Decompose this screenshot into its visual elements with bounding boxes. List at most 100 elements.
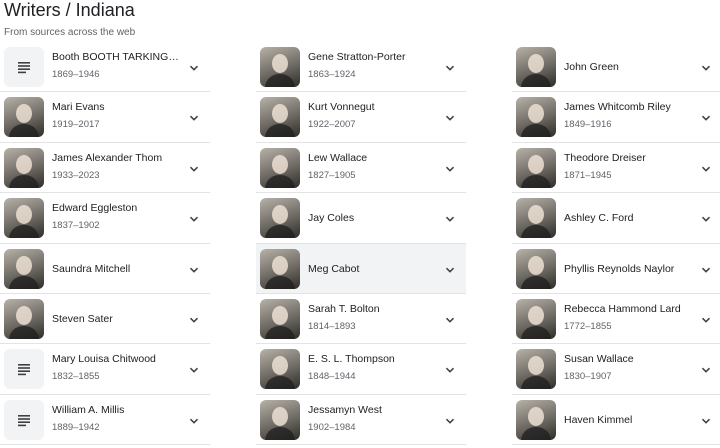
writer-photo xyxy=(260,399,300,440)
writer-item-meg-cabot[interactable]: Meg Cabot xyxy=(256,243,466,294)
chevron-down-icon[interactable] xyxy=(700,363,712,375)
writer-photo xyxy=(516,47,556,87)
writer-photo xyxy=(260,349,300,390)
writer-item-sarah-t-bolton[interactable]: Sarah T. Bolton 1814–1893 xyxy=(256,294,466,345)
page-subtitle: From sources across the web xyxy=(4,27,136,38)
chevron-down-icon[interactable] xyxy=(188,162,200,174)
writer-photo xyxy=(4,198,44,239)
chevron-down-icon[interactable] xyxy=(700,212,712,224)
writer-item-phyllis-reynolds-naylor[interactable]: Phyllis Reynolds Naylor xyxy=(512,244,720,294)
writers-grid: Booth BOOTH TARKINGTON 1869–1946 Mari Evan… xyxy=(0,42,720,448)
chevron-down-icon[interactable] xyxy=(188,313,200,325)
chevron-down-icon[interactable] xyxy=(188,263,200,275)
writer-item-saundra-mitchell[interactable]: Saundra Mitchell xyxy=(0,244,210,294)
writer-item-e-s-l-thompson[interactable]: E. S. L. Thompson 1848–1944 xyxy=(256,344,466,395)
writer-item-mari-evans[interactable]: Mari Evans 1919–2017 xyxy=(0,92,210,143)
chevron-down-icon[interactable] xyxy=(188,414,200,426)
writer-name: John Green xyxy=(564,61,619,73)
list-icon xyxy=(4,47,44,87)
page-title: Writers / Indiana xyxy=(4,0,135,20)
writer-name: Steven Sater xyxy=(52,312,113,325)
chevron-down-icon[interactable] xyxy=(444,363,456,375)
writer-item-theodore-dreiser[interactable]: Theodore Dreiser 1871–1945 xyxy=(512,143,720,194)
writer-item-gene-stratton-porter[interactable]: Gene Stratton-Porter 1863–1924 xyxy=(256,42,466,93)
writer-item-haven-kimmel[interactable]: Haven Kimmel xyxy=(512,395,720,446)
writer-item-edward-eggleston[interactable]: Edward Eggleston 1837–1902 xyxy=(0,193,210,244)
writer-name: Kurt Vonnegut xyxy=(308,101,375,114)
writer-photo xyxy=(260,248,300,289)
chevron-down-icon[interactable] xyxy=(700,61,712,73)
writer-photo xyxy=(516,248,556,289)
writer-photo xyxy=(516,198,556,239)
writer-item-jay-coles[interactable]: Jay Coles xyxy=(256,193,466,244)
chevron-down-icon[interactable] xyxy=(444,162,456,174)
writer-name: Phyllis Reynolds Naylor xyxy=(564,262,675,275)
chevron-down-icon[interactable] xyxy=(444,111,456,123)
chevron-down-icon[interactable] xyxy=(700,414,712,426)
chevron-down-icon[interactable] xyxy=(700,111,712,123)
writer-years: 1869–1946 xyxy=(52,69,100,80)
writer-years: 1848–1944 xyxy=(308,371,356,383)
writer-item-susan-wallace[interactable]: Susan Wallace 1830–1907 xyxy=(512,344,720,395)
writer-item-mary-louisa-chitwood[interactable]: Mary Louisa Chitwood 1832–1855 xyxy=(0,344,210,395)
writer-name: Saundra Mitchell xyxy=(52,262,131,275)
list-icon xyxy=(4,349,44,390)
chevron-down-icon[interactable] xyxy=(444,212,456,224)
writer-item-john-green[interactable]: John Green xyxy=(512,42,720,93)
chevron-down-icon[interactable] xyxy=(444,263,456,275)
writer-years: 1849–1916 xyxy=(564,119,612,131)
writer-years: 1889–1942 xyxy=(52,421,100,433)
writer-item-kurt-vonnegut[interactable]: Kurt Vonnegut 1922–2007 xyxy=(256,92,466,143)
writer-item-steven-sater[interactable]: Steven Sater xyxy=(0,294,210,345)
writers-column-1: Booth BOOTH TARKINGTON 1869–1946 Mari Evan… xyxy=(0,42,210,446)
writer-years: 1830–1907 xyxy=(564,371,612,383)
chevron-down-icon[interactable] xyxy=(700,313,712,325)
writer-photo xyxy=(260,47,300,87)
writer-item-james-whitcomb-riley[interactable]: James Whitcomb Riley 1849–1916 xyxy=(512,92,720,143)
chevron-down-icon[interactable] xyxy=(188,111,200,123)
chevron-down-icon[interactable] xyxy=(444,313,456,325)
writer-photo xyxy=(4,298,44,339)
writer-photo xyxy=(516,349,556,390)
writer-name: Susan Wallace xyxy=(564,353,634,366)
writer-name: Mari Evans xyxy=(52,101,105,114)
writer-name: Haven Kimmel xyxy=(564,413,633,426)
writer-name: Theodore Dreiser xyxy=(564,151,646,164)
writer-years: 1827–1905 xyxy=(308,169,356,181)
writer-item-rebecca-hammond-lard[interactable]: Rebecca Hammond Lard 1772–1855 xyxy=(512,294,720,345)
writer-photo xyxy=(4,248,44,289)
writers-column-2: Gene Stratton-Porter 1863–1924 Kurt Vonneg… xyxy=(256,42,466,446)
chevron-down-icon[interactable] xyxy=(188,212,200,224)
list-icon xyxy=(4,399,44,440)
writer-photo xyxy=(260,198,300,239)
chevron-down-icon[interactable] xyxy=(700,263,712,275)
writers-column-3: John Green James Whitcomb Riley 1849–1916 T… xyxy=(512,42,720,446)
writer-name: Jessamyn West xyxy=(308,403,382,416)
writer-item-william-a-millis[interactable]: William A. Millis 1889–1942 xyxy=(0,395,210,446)
writer-years: 1919–2017 xyxy=(52,119,100,131)
writer-name: William A. Millis xyxy=(52,403,125,416)
writer-item-booth-booth-tarkington[interactable]: Booth BOOTH TARKINGTON 1869–1946 xyxy=(0,42,210,93)
writer-photo xyxy=(260,97,300,138)
writer-item-james-alexander-thom[interactable]: James Alexander Thom 1933–2023 xyxy=(0,143,210,194)
writer-name: Ashley C. Ford xyxy=(564,212,634,225)
writer-name: E. S. L. Thompson xyxy=(308,353,395,366)
page-header: Writers / Indiana From sources across th… xyxy=(4,0,135,39)
writer-photo xyxy=(516,147,556,188)
writer-years: 1871–1945 xyxy=(564,169,612,181)
writer-item-lew-wallace[interactable]: Lew Wallace 1827–1905 xyxy=(256,143,466,194)
chevron-down-icon[interactable] xyxy=(444,61,456,73)
writer-item-ashley-c-ford[interactable]: Ashley C. Ford xyxy=(512,193,720,244)
writer-photo xyxy=(516,97,556,138)
chevron-down-icon[interactable] xyxy=(188,363,200,375)
writer-years: 1922–2007 xyxy=(308,119,356,131)
writer-name: James Whitcomb Riley xyxy=(564,101,671,114)
chevron-down-icon[interactable] xyxy=(700,162,712,174)
writer-years: 1837–1902 xyxy=(52,220,100,232)
writer-years: 1814–1893 xyxy=(308,320,356,332)
chevron-down-icon[interactable] xyxy=(444,414,456,426)
writer-name: James Alexander Thom xyxy=(52,151,163,164)
chevron-down-icon[interactable] xyxy=(188,61,200,73)
writer-item-jessamyn-west[interactable]: Jessamyn West 1902–1984 xyxy=(256,395,466,446)
writer-name: Gene Stratton-Porter xyxy=(308,51,406,63)
